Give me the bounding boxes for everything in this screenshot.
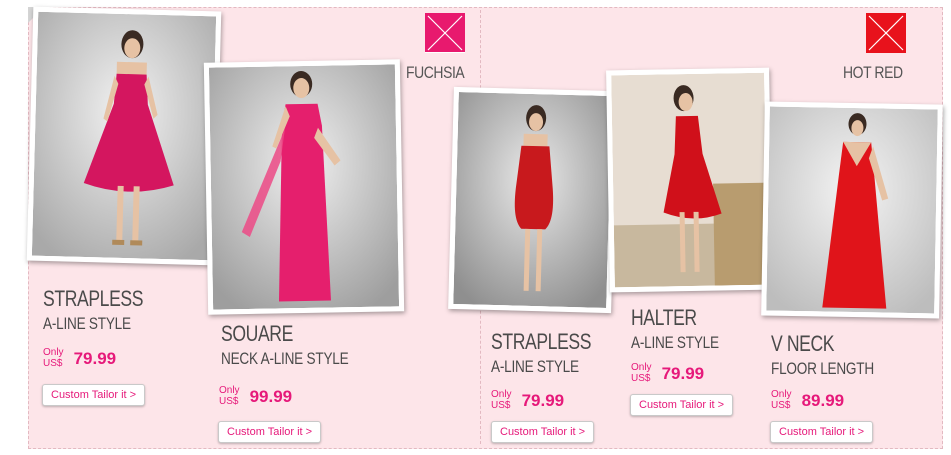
only-label: Only (219, 385, 240, 396)
custom-tailor-button[interactable]: Custom Tailor it > (491, 421, 595, 443)
product-price: Only US$ 89.99 (771, 389, 844, 411)
price-value: 79.99 (73, 349, 117, 368)
only-label: Only (43, 347, 64, 358)
section-color-name-hot-red: HOT RED (843, 63, 903, 82)
currency-label: US$ (631, 373, 651, 384)
product-title-strapless-red: STRAPLESS A-LINE STYLE (491, 329, 592, 376)
custom-tailor-button[interactable]: Custom Tailor it > (42, 384, 146, 406)
product-price: Only US$ 79.99 (43, 347, 116, 369)
product-title-line1: SOUARE (221, 321, 293, 346)
currency-label: US$ (219, 396, 239, 407)
product-title-halter-red: HALTER A-LINE STYLE (631, 305, 719, 352)
product-title-line2: NECK A-LINE STYLE (221, 349, 349, 368)
product-title-line1: HALTER (631, 305, 697, 330)
custom-tailor-button[interactable]: Custom Tailor it > (218, 421, 322, 443)
product-title-line1: STRAPLESS (491, 329, 592, 354)
product-title-square-neck-fuchsia: SOUARE NECK A-LINE STYLE (221, 321, 349, 368)
only-label: Only (491, 389, 512, 400)
price-value: 89.99 (801, 391, 845, 410)
product-price: Only US$ 79.99 (491, 389, 564, 411)
section-color-name-fuchsia: FUCHSIA (406, 63, 465, 82)
product-title-line2: FLOOR LENGTH (771, 359, 874, 378)
product-title-line2: A-LINE STYLE (491, 357, 579, 376)
currency-label: US$ (491, 400, 511, 411)
product-photo-v-neck-red[interactable] (761, 101, 943, 319)
only-label: Only (631, 362, 652, 373)
product-photo-halter-red[interactable] (606, 67, 773, 293)
product-photo-strapless-red[interactable] (448, 86, 617, 314)
product-title-line2: A-LINE STYLE (43, 314, 131, 333)
currency-label: US$ (43, 358, 63, 369)
hot-red-swatch-icon (866, 13, 906, 53)
price-value: 99.99 (249, 387, 293, 406)
currency-label: US$ (771, 400, 791, 411)
product-price: Only US$ 99.99 (219, 385, 292, 407)
product-photo-square-neck-fuchsia[interactable] (203, 59, 405, 315)
price-value: 79.99 (521, 391, 565, 410)
product-photo-strapless-fuchsia[interactable] (26, 6, 222, 266)
product-title-line1: STRAPLESS (43, 286, 144, 311)
only-label: Only (771, 389, 792, 400)
product-price: Only US$ 79.99 (631, 362, 704, 384)
product-title-v-neck-red: V NECK FLOOR LENGTH (771, 331, 874, 378)
product-title-line2: A-LINE STYLE (631, 333, 719, 352)
product-title-line1: V NECK (771, 331, 835, 356)
product-title-strapless-fuchsia: STRAPLESS A-LINE STYLE (43, 286, 144, 333)
fuchsia-swatch-icon (425, 13, 465, 53)
price-value: 79.99 (661, 364, 705, 383)
custom-tailor-button[interactable]: Custom Tailor it > (770, 421, 874, 443)
custom-tailor-button[interactable]: Custom Tailor it > (630, 394, 734, 416)
